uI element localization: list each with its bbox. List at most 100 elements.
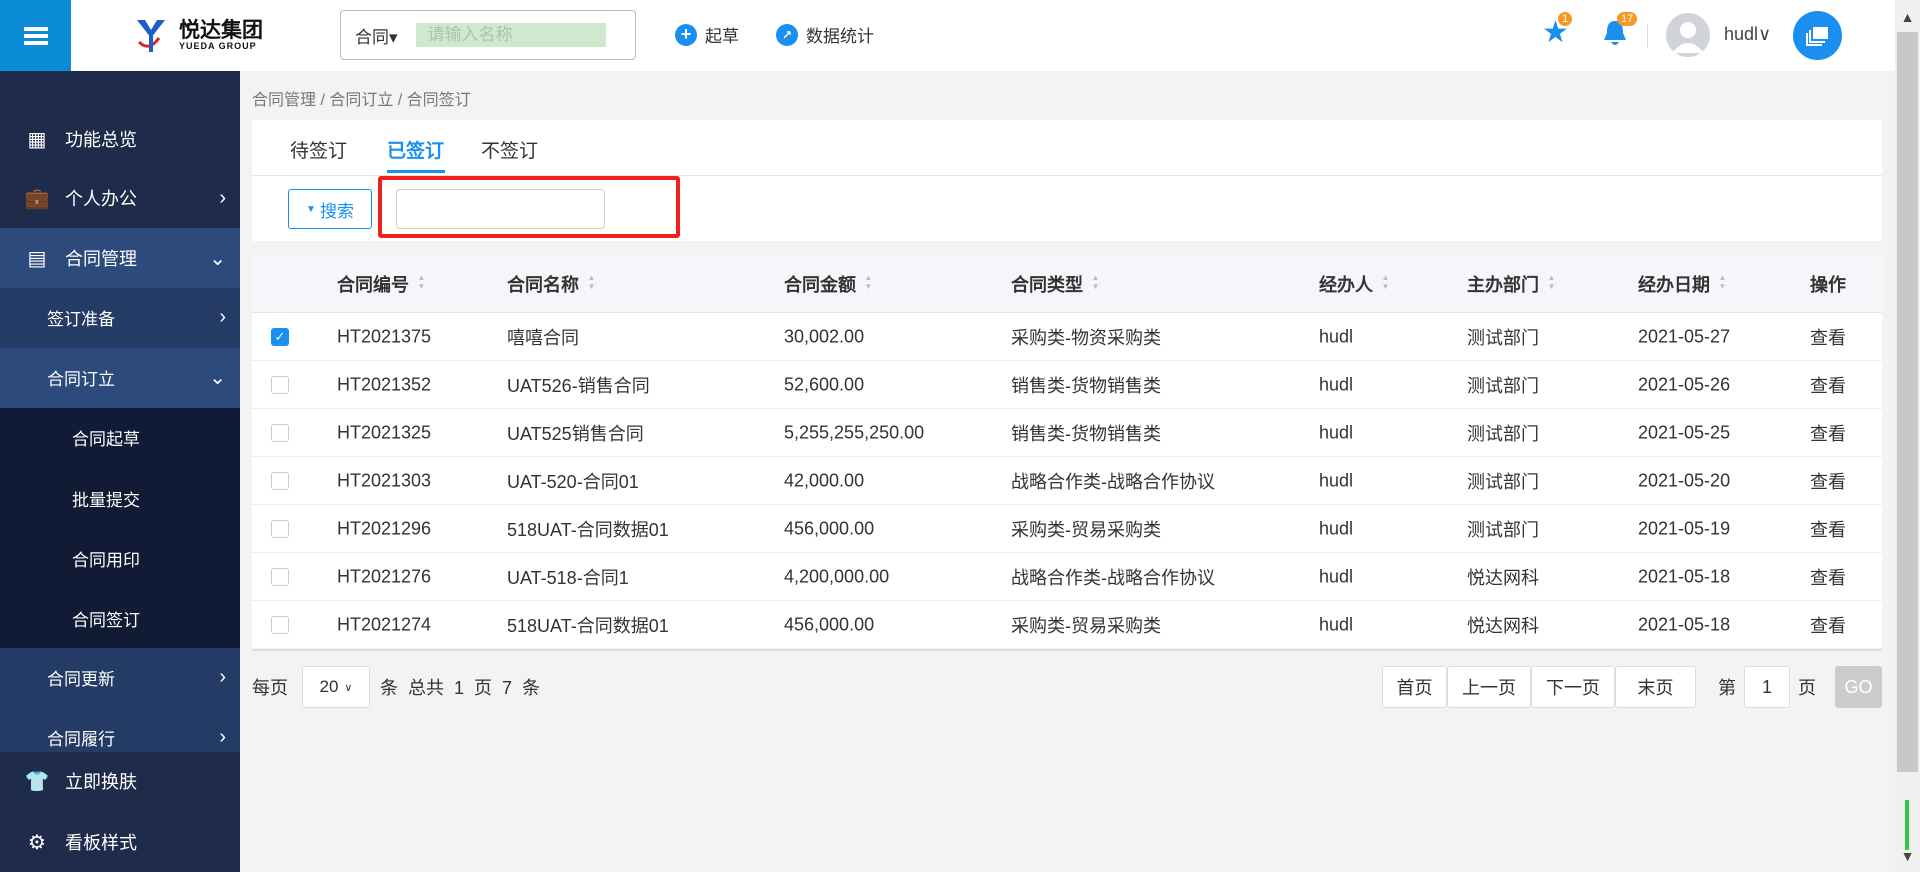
table-cell: HT2021325 — [337, 422, 432, 442]
grid-icon: ▦ — [27, 128, 47, 151]
gear-icon: ⚙ — [28, 831, 46, 854]
sort-icon[interactable]: ▲▼ — [1381, 273, 1390, 291]
view-link[interactable]: 查看 — [1810, 468, 1846, 494]
go-button[interactable]: GO — [1835, 666, 1882, 708]
sort-icon[interactable]: ▲▼ — [1718, 273, 1727, 291]
table-cell: HT2021375 — [337, 326, 432, 346]
scroll-indicator — [1905, 800, 1909, 850]
row-checkbox[interactable] — [271, 471, 289, 490]
view-link[interactable]: 查看 — [1810, 516, 1846, 542]
row-checkbox[interactable] — [271, 375, 289, 394]
column-header[interactable]: 主办部门 ▲▼ — [1467, 271, 1556, 297]
sidebar-item-draft[interactable]: 合同起草 — [0, 423, 240, 451]
row-checkbox[interactable] — [271, 423, 289, 442]
divider — [1647, 24, 1648, 48]
view-link[interactable]: 查看 — [1810, 612, 1846, 638]
scrollbar-thumb[interactable] — [1897, 32, 1918, 772]
column-header[interactable]: 合同金额 ▲▼ — [784, 271, 873, 297]
global-search: 合同▾ 请输入名称 — [340, 10, 636, 60]
view-link[interactable]: 查看 — [1810, 324, 1846, 350]
contracts-table: 合同编号 ▲▼ 合同名称 ▲▼ 合同金额 ▲▼ 合同类型 ▲▼ 经办人 ▲▼ 主办部门 ▲▼ 经办日期 ▲… — [252, 255, 1882, 651]
notifications-button[interactable]: 17 — [1601, 12, 1638, 48]
next-page-button[interactable]: 下一页 — [1531, 666, 1615, 708]
table-cell: 518UAT-合同数据01 — [507, 615, 669, 636]
table-row: HT2021274 518UAT-合同数据01 456,000.00 采购类-贸易采购… — [252, 601, 1882, 649]
sort-icon[interactable]: ▲▼ — [587, 273, 596, 291]
menu-toggle-button[interactable] — [0, 0, 71, 71]
sort-icon[interactable]: ▲▼ — [864, 273, 873, 291]
search-toggle-button[interactable]: ▼ 搜索 — [288, 189, 372, 229]
table-cell: 30,002.00 — [784, 326, 865, 346]
table-cell: 测试部门 — [1467, 471, 1539, 492]
tab-pending[interactable]: 待签订 — [290, 136, 347, 163]
table-cell: 42,000.00 — [784, 470, 865, 490]
table-cell: 采购类-贸易采购类 — [1011, 519, 1161, 540]
chevron-down-icon: ⌄ — [209, 247, 226, 270]
chevron-down-icon: ∨ — [344, 681, 353, 694]
table-cell: 测试部门 — [1467, 327, 1539, 348]
tab-signed[interactable]: 已签订 — [387, 136, 444, 163]
sidebar-item-skin[interactable]: 👕 立即换肤 — [0, 767, 240, 795]
table-cell: 2021-05-20 — [1638, 470, 1731, 490]
sidebar-item-seal[interactable]: 合同用印 — [0, 544, 240, 572]
chevron-right-icon: › — [219, 186, 226, 209]
column-header[interactable]: 合同类型 ▲▼ — [1011, 271, 1100, 297]
sidebar-item-personal[interactable]: 💼 个人办公 › — [0, 184, 240, 212]
row-checkbox[interactable] — [271, 519, 289, 538]
sort-icon[interactable]: ▲▼ — [417, 273, 426, 291]
view-link[interactable]: 查看 — [1810, 420, 1846, 446]
table-row: HT2021303 UAT-520-合同01 42,000.00 战略合作类-战略合作… — [252, 457, 1882, 505]
first-page-button[interactable]: 首页 — [1382, 666, 1447, 708]
sidebar-item-dashboard-style[interactable]: ⚙ 看板样式 — [0, 828, 240, 856]
table-cell: 518UAT-合同数据01 — [507, 519, 669, 540]
per-page-select[interactable]: 20 ∨ — [302, 666, 370, 708]
table-cell: hudl — [1319, 518, 1354, 538]
sidebar-item-contract-conclusion[interactable]: 合同订立 ⌄ — [0, 363, 240, 391]
active-tab-indicator — [387, 170, 445, 173]
table-cell: 456,000.00 — [784, 518, 875, 538]
scroll-up-arrow-icon[interactable]: ▲ — [1895, 0, 1920, 30]
table-cell: 测试部门 — [1467, 423, 1539, 444]
sidebar-item-update[interactable]: 合同更新 › — [0, 663, 240, 691]
favorites-button[interactable]: ★ 1 — [1542, 12, 1573, 48]
top-bar: 悦达集团 YUEDA GROUP 合同▾ 请输入名称 + 起草 ↗ 数据统计 ★ 1 1… — [0, 0, 1895, 71]
page-input[interactable]: 1 — [1744, 666, 1790, 708]
page-suffix: 页 — [1798, 678, 1816, 698]
user-menu[interactable]: hudl∨ — [1724, 24, 1771, 45]
table-row: HT2021276 UAT-518-合同1 4,200,000.00 战略合作类-战略… — [252, 553, 1882, 601]
view-link[interactable]: 查看 — [1810, 372, 1846, 398]
column-header[interactable]: 合同编号 ▲▼ — [337, 271, 426, 297]
sidebar-item-sign-prep[interactable]: 签订准备 › — [0, 303, 240, 331]
draft-button[interactable]: + 起草 — [675, 22, 739, 47]
sidebar-item-overview[interactable]: ▦ 功能总览 — [0, 125, 240, 153]
row-checkbox[interactable] — [271, 615, 289, 634]
stats-button[interactable]: ↗ 数据统计 — [776, 22, 874, 47]
windows-button[interactable] — [1793, 11, 1842, 60]
search-type-select[interactable]: 合同▾ — [355, 23, 398, 48]
sort-icon[interactable]: ▲▼ — [1547, 273, 1556, 291]
column-header[interactable]: 合同名称 ▲▼ — [507, 271, 596, 297]
search-input[interactable]: 请输入名称 — [415, 23, 606, 47]
table-cell: 销售类-货物销售类 — [1011, 423, 1161, 444]
table-cell: UAT525销售合同 — [507, 423, 644, 444]
view-link[interactable]: 查看 — [1810, 564, 1846, 590]
table-cell: hudl — [1319, 566, 1354, 586]
sidebar-item-batch-submit[interactable]: 批量提交 — [0, 484, 240, 512]
sidebar-item-performance[interactable]: 合同履行 › — [0, 723, 240, 751]
column-header[interactable]: 经办人 ▲▼ — [1319, 271, 1390, 297]
scrollbar[interactable]: ▲ ▼ — [1895, 0, 1920, 872]
row-checkbox[interactable]: ✓ — [271, 327, 289, 346]
scroll-down-arrow-icon[interactable]: ▼ — [1895, 848, 1920, 872]
avatar[interactable] — [1666, 13, 1710, 57]
column-header[interactable]: 经办日期 ▲▼ — [1638, 271, 1727, 297]
sort-icon[interactable]: ▲▼ — [1091, 273, 1100, 291]
sidebar-item-sign[interactable]: 合同签订 — [0, 604, 240, 632]
sidebar-item-contract-mgmt[interactable]: ▤ 合同管理 ⌄ — [0, 244, 240, 272]
table-cell: 战略合作类-战略合作协议 — [1011, 471, 1215, 492]
tab-not-signed[interactable]: 不签订 — [481, 136, 538, 163]
table-row: ✓ HT2021375 嘻嘻合同 30,002.00 采购类-物资采购类 hudl 测试部门… — [252, 313, 1882, 361]
search-field[interactable] — [396, 189, 605, 229]
last-page-button[interactable]: 末页 — [1615, 666, 1696, 708]
row-checkbox[interactable] — [271, 567, 289, 586]
prev-page-button[interactable]: 上一页 — [1447, 666, 1531, 708]
